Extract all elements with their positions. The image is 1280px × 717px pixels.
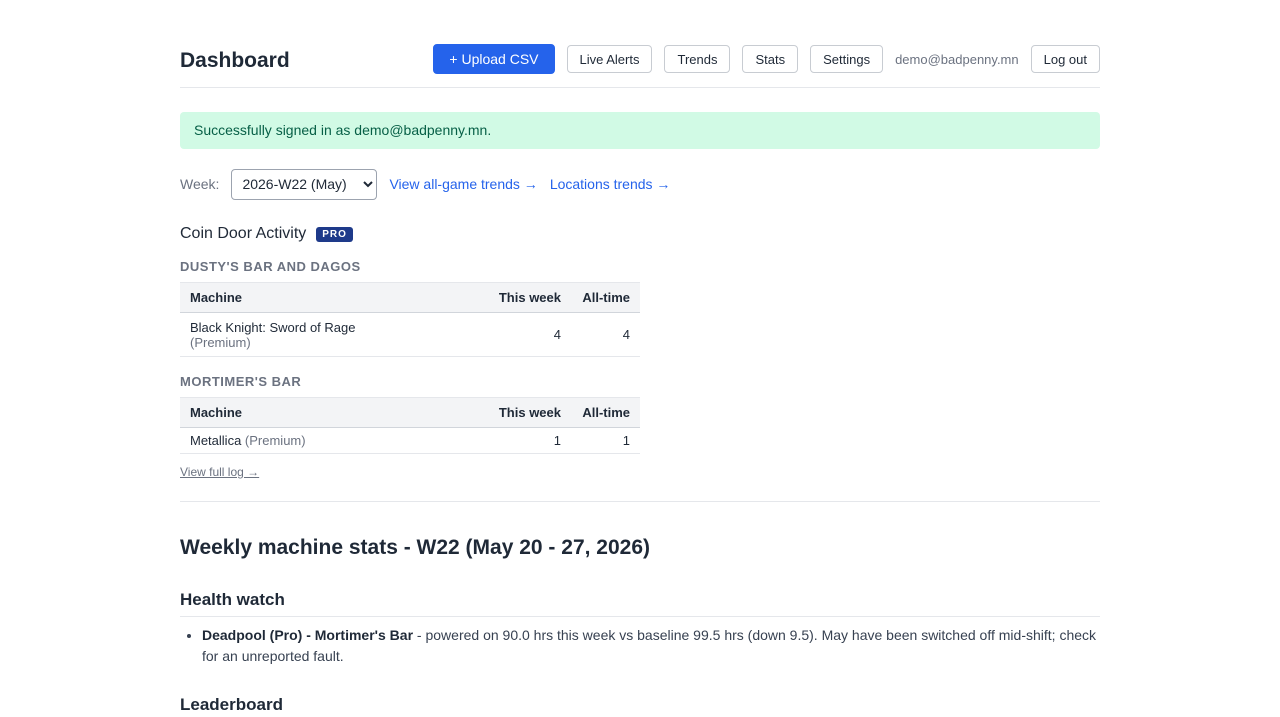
nav-live-alerts-button[interactable]: Live Alerts <box>566 45 653 73</box>
column-header-all-time: All-time <box>571 282 640 313</box>
location-heading-mortimers: MORTIMER'S BAR <box>180 374 302 389</box>
all-game-trends-link[interactable]: View all-game trends → <box>389 176 537 192</box>
machine-name: Black Knight: Sword of Rage <box>190 319 356 335</box>
week-label: Week: <box>180 176 220 192</box>
page-container: Dashboard + Upload CSV Live Alerts Trend… <box>180 0 1100 717</box>
all-time-count: 4 <box>571 312 640 357</box>
coin-door-title: Coin Door Activity <box>180 225 307 242</box>
user-email: demo@badpenny.mn <box>895 51 1019 67</box>
coin-door-section-header: Coin Door Activity PRO <box>180 224 1100 244</box>
machine-name: Metallica <box>190 433 242 448</box>
machine-cell: Black Knight: Sword of Rage (Premium) <box>180 312 440 357</box>
upload-csv-button[interactable]: + Upload CSV <box>433 44 555 74</box>
health-item-machine: Deadpool (Pro) - Mortimer's Bar <box>202 627 414 643</box>
top-header: Dashboard + Upload CSV Live Alerts Trend… <box>180 0 1100 88</box>
all-time-count: 1 <box>571 427 640 454</box>
view-full-log-link[interactable]: View full log → <box>180 465 259 479</box>
week-select[interactable]: 2026-W22 (May) <box>231 168 378 200</box>
table-header-row: Machine This week All-time <box>180 282 640 313</box>
this-week-count: 1 <box>440 427 571 454</box>
logout-button[interactable]: Log out <box>1030 45 1100 73</box>
pro-badge: PRO <box>316 226 353 242</box>
column-header-machine: Machine <box>180 282 440 313</box>
machine-cell: Metallica (Premium) <box>180 427 440 454</box>
nav-settings-button[interactable]: Settings <box>810 45 884 73</box>
machine-variant: (Premium) <box>190 334 251 350</box>
top-nav: + Upload CSV Live Alerts Trends Stats Se… <box>433 44 1100 74</box>
column-header-machine: Machine <box>180 397 440 428</box>
column-header-this-week: This week <box>440 397 571 428</box>
machine-variant: (Premium) <box>244 433 306 448</box>
week-selector-row: Week: 2026-W22 (May) View all-game trend… <box>180 168 1100 200</box>
this-week-count: 4 <box>440 312 571 357</box>
table-row: Black Knight: Sword of Rage (Premium) 4 … <box>180 312 640 357</box>
leaderboard-title: Leaderboard <box>180 695 283 714</box>
weekly-stats-title: Weekly machine stats - W22 (May 20 - 27,… <box>180 536 650 559</box>
table-header-row: Machine This week All-time <box>180 397 640 428</box>
table-row: Metallica (Premium) 1 1 <box>180 427 640 454</box>
location-heading-dustys: DUSTY'S BAR AND DAGOS <box>180 259 361 274</box>
locations-trends-link[interactable]: Locations trends → <box>550 176 671 192</box>
page-title: Dashboard <box>180 49 290 72</box>
coin-door-table-mortimers: Machine This week All-time Metallica (Pr… <box>180 397 640 454</box>
health-watch-title: Health watch <box>180 588 1100 617</box>
nav-trends-button[interactable]: Trends <box>664 45 731 73</box>
list-item: Deadpool (Pro) - Mortimer's Bar - powere… <box>202 625 1100 667</box>
section-divider <box>180 501 1100 502</box>
nav-stats-button[interactable]: Stats <box>742 45 799 73</box>
flash-success-message: Successfully signed in as demo@badpenny.… <box>180 112 1100 149</box>
coin-door-table-dustys: Machine This week All-time Black Knight:… <box>180 282 640 357</box>
column-header-this-week: This week <box>440 282 571 313</box>
column-header-all-time: All-time <box>571 397 640 428</box>
health-watch-list: Deadpool (Pro) - Mortimer's Bar - powere… <box>180 625 1100 667</box>
